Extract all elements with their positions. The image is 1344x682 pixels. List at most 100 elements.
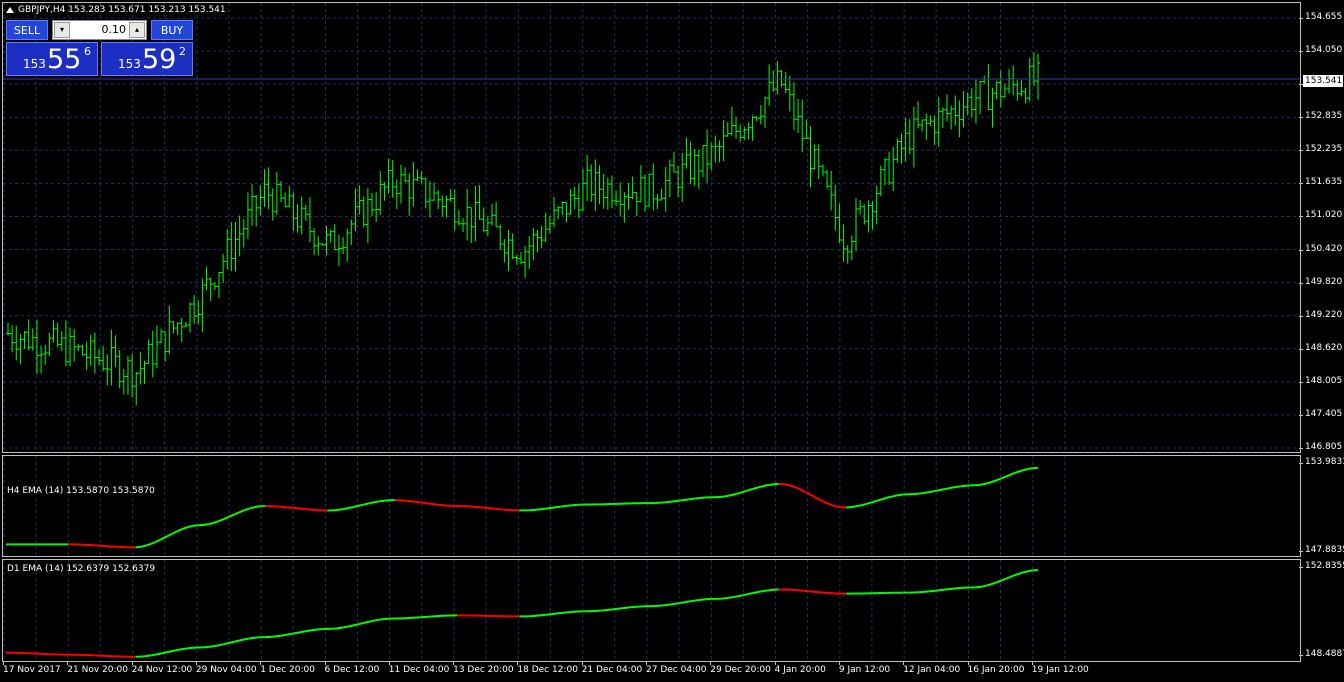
- ohlc-bar: [568, 188, 573, 215]
- ema-segment: [617, 607, 624, 610]
- ohlc-bar: [175, 322, 180, 335]
- ohlc-bar: [849, 235, 854, 261]
- lot-increase-icon[interactable]: ▴: [129, 22, 145, 38]
- ema-segment: [291, 506, 297, 510]
- ohlc-bar: [266, 167, 271, 210]
- ema-segment: [140, 544, 147, 548]
- ema-segment: [680, 498, 686, 502]
- ema-segment: [975, 483, 982, 487]
- collapse-triangle-icon[interactable]: [6, 6, 14, 13]
- ohlc-bar: [783, 71, 788, 94]
- ohlc-bar: [585, 154, 590, 202]
- ema-segment: [1011, 471, 1018, 475]
- ohlc-bar: [796, 98, 801, 134]
- main-chart-pane[interactable]: [2, 2, 1301, 453]
- time-tick: 24 Nov 12:00: [131, 661, 193, 675]
- ema-segment: [762, 589, 769, 593]
- ohlc-bar: [605, 177, 610, 210]
- time-tick: 4 Jan 20:00: [774, 661, 826, 675]
- ema-segment: [996, 579, 1003, 584]
- ohlc-bar: [969, 87, 974, 118]
- ema-segment: [985, 583, 992, 587]
- ohlc-bar: [572, 186, 577, 209]
- ohlc-bar: [717, 140, 722, 163]
- ema-segment: [223, 515, 230, 520]
- ema-segment: [747, 592, 753, 596]
- ema-segment: [337, 508, 344, 511]
- ema-segment: [244, 507, 251, 512]
- ohlc-bar: [713, 135, 718, 163]
- ema-segment: [301, 507, 307, 511]
- price-tick: 148.620: [1298, 342, 1343, 353]
- ema-segment: [695, 598, 702, 602]
- ohlc-bar: [150, 330, 155, 378]
- ohlc-bar: [502, 239, 507, 263]
- ema-segment: [348, 624, 354, 628]
- chart-title: GBPJPY,H4 153.283 153.671 153.213 153.54…: [6, 5, 226, 15]
- ohlc-bar: [825, 169, 830, 189]
- ema-segment: [690, 599, 696, 603]
- time-tick: 13 Dec 20:00: [453, 661, 514, 675]
- h4-ema-pane[interactable]: [2, 455, 1301, 557]
- ohlc-bar: [547, 215, 552, 234]
- ema-segment: [151, 653, 157, 657]
- ema-segment: [944, 487, 951, 491]
- price-tick: 150.420: [1298, 243, 1343, 254]
- sell-quote[interactable]: 153 55 6: [6, 42, 98, 76]
- ohlc-bar: [245, 192, 250, 240]
- buy-quote[interactable]: 153 59 2: [101, 42, 193, 76]
- ema-segment: [674, 499, 681, 503]
- ohlc-bar: [523, 245, 528, 279]
- ohlc-bar: [113, 335, 118, 367]
- ohlc-bar: [63, 320, 68, 367]
- ema-segment: [353, 504, 359, 508]
- ohlc-bar: [531, 228, 536, 261]
- ema-segment: [757, 485, 764, 489]
- ema-segment: [555, 612, 562, 615]
- ohlc-bar: [965, 92, 970, 116]
- ohlc-bar: [539, 225, 544, 249]
- ohlc-bar: [452, 189, 457, 231]
- lot-size-field[interactable]: ▾ 0.10 ▴: [52, 20, 147, 40]
- d1-ema-max-tick: 152.8355: [1299, 561, 1344, 571]
- sell-button[interactable]: SELL: [6, 20, 48, 40]
- ohlc-bar: [1023, 87, 1028, 104]
- buy-button[interactable]: BUY: [151, 20, 193, 40]
- ohlc-bar: [506, 230, 511, 272]
- ohlc-bar: [109, 329, 114, 386]
- price-tick: 151.635: [1298, 177, 1343, 188]
- ohlc-bar: [469, 206, 474, 243]
- ohlc-bar: [212, 282, 217, 291]
- ema-segment: [1027, 569, 1033, 573]
- price-tick: 149.820: [1298, 276, 1343, 287]
- ema-segment: [275, 634, 281, 638]
- ohlc-bar: [891, 147, 896, 192]
- ohlc-bar: [552, 196, 557, 228]
- d1-ema-pane[interactable]: [2, 559, 1301, 662]
- ohlc-bar: [870, 201, 875, 230]
- lot-size-value[interactable]: 0.10: [73, 21, 127, 39]
- ema-segment: [747, 488, 754, 492]
- ohlc-bar: [597, 165, 602, 205]
- h4-ema-title: H4 EMA (14) 153.5870 153.5870: [7, 486, 155, 496]
- ema-segment: [218, 643, 225, 647]
- ema-segment: [166, 650, 173, 654]
- ohlc-bar: [270, 188, 275, 221]
- ohlc-bar: [833, 184, 838, 231]
- sell-price-prefix: 153: [23, 57, 46, 71]
- ema-segment: [685, 600, 691, 604]
- lot-decrease-icon[interactable]: ▾: [54, 22, 70, 38]
- ema-segment: [726, 596, 733, 600]
- ohlc-bar: [159, 328, 164, 344]
- ema-segment: [358, 621, 365, 626]
- ema-segment: [680, 601, 686, 604]
- ema-segment: [695, 496, 702, 500]
- ohlc-bar: [978, 80, 983, 114]
- ema-segment: [145, 542, 152, 547]
- ohlc-bar: [353, 188, 358, 232]
- ohlc-bar: [527, 236, 532, 269]
- ohlc-bar: [982, 75, 987, 85]
- ema-segment: [348, 506, 354, 510]
- ohlc-bar: [1015, 80, 1020, 101]
- ema-segment: [928, 589, 935, 593]
